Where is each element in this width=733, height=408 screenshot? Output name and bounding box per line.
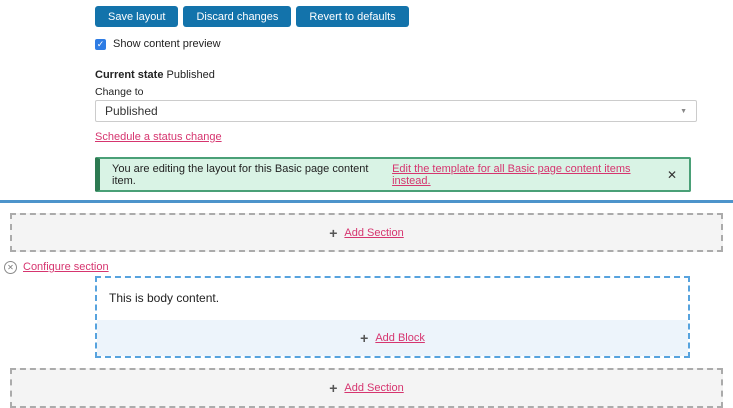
body-content-text: This is body content.	[109, 291, 220, 305]
revert-defaults-button[interactable]: Revert to defaults	[296, 6, 409, 27]
discard-changes-button[interactable]: Discard changes	[183, 6, 292, 27]
current-state-label: Current state	[95, 69, 164, 81]
show-preview-checkbox[interactable]: ✓	[95, 38, 106, 50]
banner-close-button[interactable]: ✕	[665, 168, 679, 182]
remove-section-button[interactable]: ✕	[4, 260, 17, 274]
current-state-value: Published	[166, 69, 215, 81]
action-toolbar: Save layout Discard changes Revert to de…	[95, 0, 733, 27]
plus-icon: +	[329, 224, 338, 241]
configure-section-link[interactable]: Configure section	[23, 261, 109, 273]
close-circle-icon: ✕	[7, 262, 14, 272]
layout-section: This is body content. + Add Block	[95, 276, 690, 358]
content-divider	[0, 200, 733, 203]
show-preview-label: Show content preview	[113, 38, 221, 50]
checkmark-icon: ✓	[96, 38, 105, 49]
plus-icon: +	[329, 380, 338, 396]
show-preview-row: ✓ Show content preview	[95, 38, 733, 50]
layout-builder: + Add Section ✕ Configure section This i…	[0, 213, 733, 408]
add-block-region: + Add Block	[97, 320, 688, 356]
schedule-status-link[interactable]: Schedule a status change	[95, 131, 222, 143]
body-content-block[interactable]: This is body content.	[97, 278, 688, 320]
top-form: Save layout Discard changes Revert to de…	[95, 0, 733, 192]
edit-template-link[interactable]: Edit the template for all Basic page con…	[392, 163, 665, 187]
section-controls: ✕ Configure section	[4, 260, 733, 274]
status-banner: You are editing the layout for this Basi…	[95, 157, 691, 192]
change-to-select[interactable]: Published ▼	[95, 100, 697, 122]
add-section-link-bottom[interactable]: Add Section	[344, 382, 403, 394]
banner-message: You are editing the layout for this Basi…	[112, 162, 369, 187]
add-block-link[interactable]: Add Block	[375, 332, 425, 344]
save-layout-button[interactable]: Save layout	[95, 6, 179, 27]
change-to-label: Change to	[95, 86, 144, 98]
plus-icon: +	[360, 330, 369, 346]
current-state-row: Current state Published	[95, 69, 733, 82]
select-value: Published	[105, 104, 158, 118]
add-section-region-top: + Add Section	[10, 213, 723, 252]
close-icon: ✕	[666, 167, 677, 182]
add-section-link-top[interactable]: Add Section	[344, 227, 403, 239]
chevron-down-icon: ▼	[680, 107, 687, 115]
add-section-region-bottom: + Add Section	[10, 368, 723, 408]
